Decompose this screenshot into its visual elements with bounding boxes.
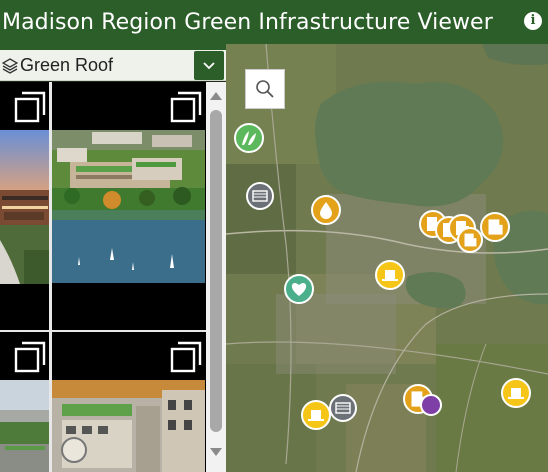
tank-icon [308,410,324,421]
chevron-down-icon [203,62,215,70]
green-roof-photo [0,130,49,284]
scrollbar-thumb[interactable] [210,110,222,432]
green-roof-photo [0,380,49,472]
expand-icon[interactable] [170,91,202,123]
gallery-card[interactable] [0,332,49,472]
scroll-up-icon[interactable] [209,90,223,102]
layer-selector-label: Green Roof [20,55,114,75]
expand-icon[interactable] [14,341,46,373]
building-icon [488,219,503,235]
search-icon [256,80,274,98]
app-title: Madison Region Green Infrastructure View… [2,9,493,35]
water-drop-icon [320,202,332,219]
expand-icon[interactable] [14,91,46,123]
scroll-down-icon[interactable] [209,446,223,458]
plant-icon [242,131,256,145]
solar-marker[interactable] [301,400,331,430]
cistern-marker[interactable] [420,394,442,416]
gallery-card[interactable] [0,82,49,328]
heart-leaf-icon [291,283,307,296]
pavement-icon [335,402,351,414]
gallery-card[interactable] [52,332,205,472]
permeable-pavement-marker[interactable] [246,182,274,210]
layers-icon [2,58,18,74]
app-header: Madison Region Green Infrastructure View… [0,0,548,44]
bioswale-marker[interactable] [284,274,314,304]
map-search-button[interactable] [245,69,285,109]
layer-selector[interactable]: Green Roof [0,50,226,81]
solar-marker[interactable] [501,378,531,408]
building-icon [464,233,477,247]
tank-icon [382,270,398,281]
green-roof-photo [52,380,205,472]
gallery-scrollbar[interactable] [206,82,226,472]
pavement-icon [252,190,268,202]
green-roof-marker[interactable] [480,212,510,242]
rain-garden-marker[interactable] [234,123,264,153]
photo-gallery[interactable] [0,82,226,472]
solar-marker[interactable] [375,260,405,290]
layer-dropdown-button[interactable] [194,51,224,80]
permeable-pavement-marker[interactable] [329,394,357,422]
expand-icon[interactable] [170,341,202,373]
green-roof-photo [52,130,205,283]
info-icon[interactable]: i [524,12,542,30]
green-roof-marker[interactable] [457,227,483,253]
stormwater-marker[interactable] [311,195,341,225]
gallery-card[interactable] [52,82,205,328]
tank-icon [508,388,524,399]
